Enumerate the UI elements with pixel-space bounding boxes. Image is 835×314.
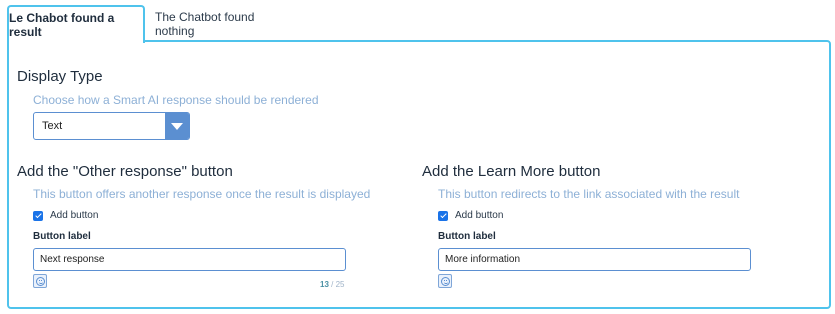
tab-found-result[interactable]: Le Chabot found a result xyxy=(7,5,145,43)
emoji-picker-icon[interactable] xyxy=(438,274,452,288)
tab-found-result-label: Le Chabot found a result xyxy=(9,11,115,39)
settings-panel: Display Type Choose how a Smart AI respo… xyxy=(7,40,831,309)
display-type-description: Choose how a Smart AI response should be… xyxy=(33,93,319,107)
other-response-description: This button offers another response once… xyxy=(33,187,371,201)
dropdown-arrow-icon[interactable] xyxy=(165,113,189,139)
other-response-char-counter: 13 / 25 xyxy=(320,280,344,289)
display-type-title: Display Type xyxy=(17,68,103,85)
char-count-max: 25 xyxy=(335,280,345,289)
char-count-separator: / xyxy=(328,280,336,289)
learn-more-add-label: Add button xyxy=(455,210,504,221)
tab-bar: Le Chabot found a result The Chatbot fou… xyxy=(7,5,307,43)
learn-more-label-input[interactable]: More information xyxy=(438,248,751,271)
learn-more-field-label: Button label xyxy=(438,231,496,242)
learn-more-add-checkbox[interactable] xyxy=(438,210,448,221)
other-response-title: Add the "Other response" button xyxy=(17,163,233,180)
display-type-value: Text xyxy=(42,120,63,132)
other-response-add-checkbox[interactable] xyxy=(33,210,43,221)
other-response-add-checkbox-row[interactable]: Add button xyxy=(33,210,98,221)
learn-more-title: Add the Learn More button xyxy=(422,163,601,180)
display-type-select[interactable]: Text xyxy=(33,112,190,140)
learn-more-description: This button redirects to the link associ… xyxy=(438,187,740,201)
tab-found-nothing[interactable]: The Chatbot found nothing xyxy=(155,5,281,42)
emoji-picker-icon[interactable] xyxy=(33,274,47,288)
tab-found-nothing-label: The Chatbot found nothing xyxy=(155,9,255,38)
other-response-add-label: Add button xyxy=(50,210,99,221)
char-count-current: 13 xyxy=(320,280,329,289)
learn-more-add-checkbox-row[interactable]: Add button xyxy=(438,210,503,221)
other-response-label-input[interactable]: Next response xyxy=(33,248,346,271)
other-response-field-label: Button label xyxy=(33,231,91,242)
